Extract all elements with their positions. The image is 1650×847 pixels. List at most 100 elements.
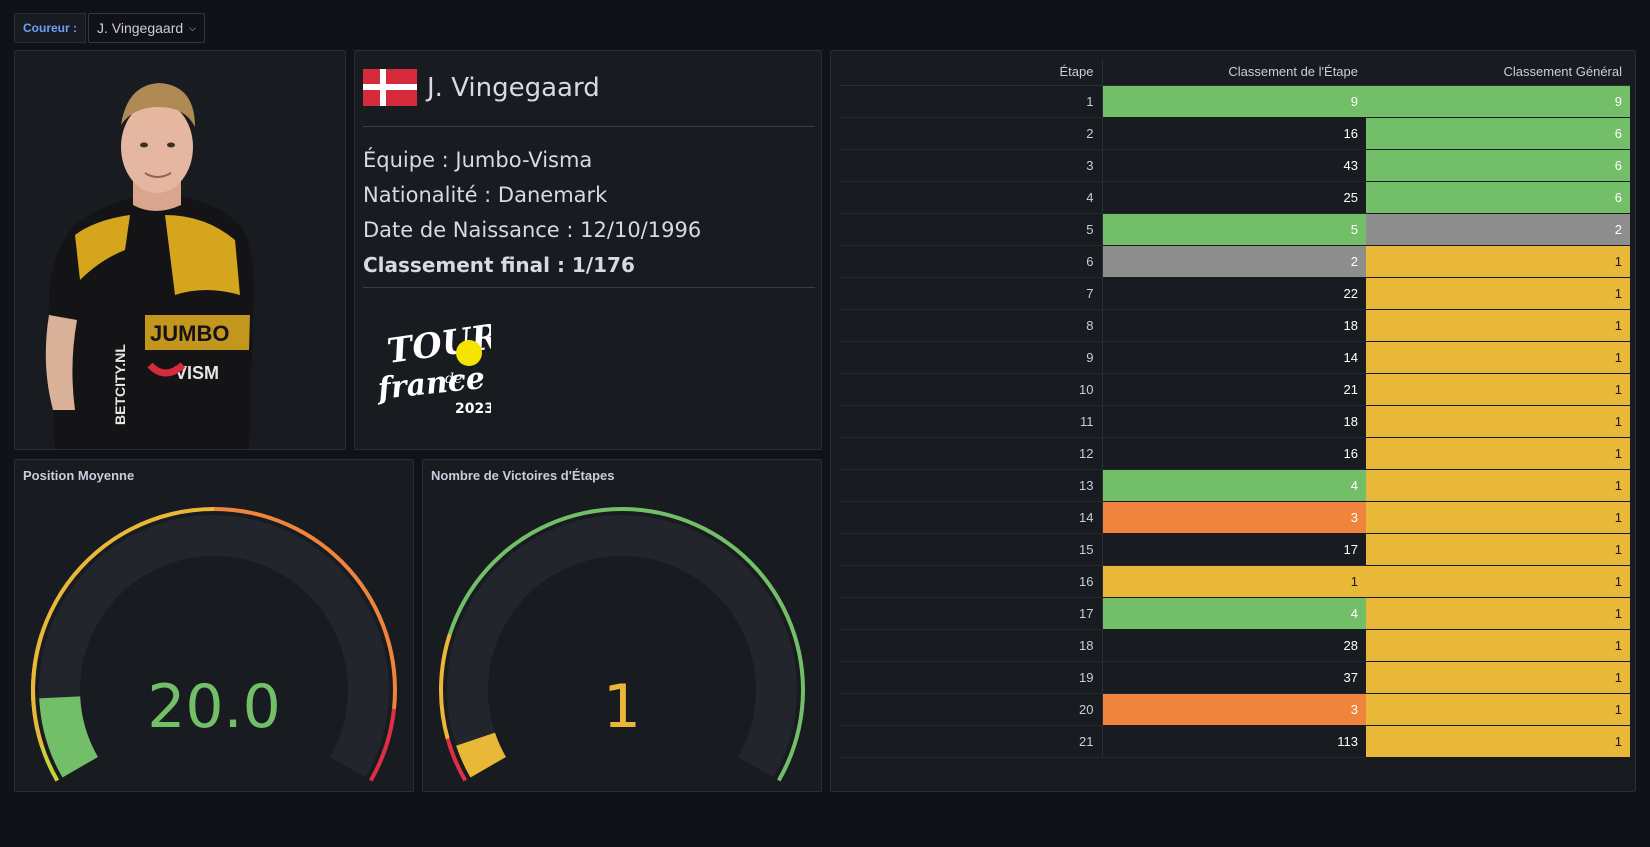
stage-cell: 1 [839,85,1102,118]
average-position-value: 20.0 [147,672,281,742]
stage-cell: 15 [839,533,1102,566]
rider-name: J. Vingegaard [427,72,600,103]
general-rank-cell: 6 [1366,117,1630,150]
stage-cell: 8 [839,309,1102,342]
table-row: 552 [839,213,1630,246]
table-row: 18 28 1 [839,629,1630,662]
general-rank-cell: 1 [1366,597,1630,630]
team-line: Équipe : Jumbo-Visma [363,148,593,172]
stage-wins-gauge-panel: Nombre de Victoires d'Étapes 1 [422,459,822,792]
general-rank-cell: 1 [1366,437,1630,470]
stage-rank-cell: 4 [1101,597,1366,630]
stage-rank-cell: 25 [1101,181,1366,214]
rider-variable-label: Coureur : [14,13,86,43]
table-row: 8 18 1 [839,309,1630,342]
stage-ranking-table: Étape Classement de l'Étape Classement G… [839,59,1630,758]
column-header-stage-rank[interactable]: Classement de l'Étape [1101,59,1366,86]
denmark-flag-icon [363,69,417,106]
table-row: 14 3 1 [839,501,1630,534]
stage-rank-cell: 17 [1101,533,1366,566]
general-rank-cell: 1 [1366,533,1630,566]
stage-rank-cell: 113 [1101,725,1366,758]
general-rank-cell: 1 [1366,245,1630,278]
nationality-line: Nationalité : Danemark [363,183,608,207]
stage-rank-cell: 18 [1101,405,1366,438]
table-row: 11 18 1 [839,405,1630,438]
table-row: 9 14 1 [839,341,1630,374]
table-row: 12 16 1 [839,437,1630,470]
stage-rank-cell: 22 [1101,277,1366,310]
svg-text:2023: 2023 [455,401,491,415]
divider [363,126,815,127]
stage-cell: 21 [839,725,1102,758]
rider-info-panel: J. Vingegaard Équipe : Jumbo-Visma Natio… [354,50,822,450]
stage-rank-cell: 43 [1101,149,1366,182]
stage-cell: 4 [839,181,1102,214]
table-row: 21 113 1 [839,725,1630,758]
general-rank-cell: 1 [1366,277,1630,310]
stage-cell: 17 [839,597,1102,630]
birth-date-line: Date de Naissance : 12/10/1996 [363,218,702,242]
stage-rank-cell: 16 [1101,117,1366,150]
stage-rank-cell: 28 [1101,629,1366,662]
general-rank-cell: 2 [1366,213,1630,246]
stage-rank-cell: 2 [1101,245,1366,278]
stage-rank-cell: 16 [1101,437,1366,470]
stage-cell: 7 [839,277,1102,310]
svg-text:BETCITY.NL: BETCITY.NL [112,344,128,425]
table-row: 2 16 6 [839,117,1630,150]
general-rank-cell: 1 [1366,373,1630,406]
table-row: 15 17 1 [839,533,1630,566]
stage-rank-cell: 3 [1101,693,1366,726]
general-rank-cell: 1 [1366,693,1630,726]
stage-wins-gauge [439,506,806,782]
stage-cell: 5 [839,213,1102,246]
general-rank-cell: 1 [1366,565,1630,598]
table-row: 3 43 6 [839,149,1630,182]
stage-cell: 16 [839,565,1102,598]
stage-rank-cell: 1 [1101,565,1366,598]
stage-cell: 9 [839,341,1102,374]
divider [363,287,815,288]
table-row: 20 3 1 [839,693,1630,726]
rider-variable-select[interactable]: J. Vingegaard ⌵ [88,13,205,43]
stage-cell: 10 [839,373,1102,406]
table-row: 16 1 1 [839,565,1630,598]
table-row: 4 25 6 [839,181,1630,214]
table-row: 10 21 1 [839,373,1630,406]
tour-de-france-logo: TOUR de france 2023 [375,317,491,415]
column-header-stage[interactable]: Étape [839,59,1102,86]
table-row: 19 37 1 [839,661,1630,694]
general-rank-cell: 6 [1366,181,1630,214]
table-row: 199 [839,85,1630,118]
panel-title: Nombre de Victoires d'Étapes [431,468,615,483]
stage-cell: 11 [839,405,1102,438]
stage-rank-cell: 4 [1101,469,1366,502]
general-rank-cell: 1 [1366,725,1630,758]
stage-cell: 12 [839,437,1102,470]
general-rank-cell: 1 [1366,661,1630,694]
final-rank-line: Classement final : 1/176 [363,253,635,277]
rider-details: Équipe : Jumbo-Visma Nationalité : Danem… [363,143,701,283]
column-header-general-rank[interactable]: Classement Général [1366,59,1630,86]
table-row: 621 [839,245,1630,278]
stage-ranking-table-panel: Étape Classement de l'Étape Classement G… [830,50,1636,792]
stage-cell: 18 [839,629,1102,662]
average-position-gauge [30,507,397,782]
table-row: 13 4 1 [839,469,1630,502]
stage-cell: 6 [839,245,1102,278]
table-row: 7 22 1 [839,277,1630,310]
chevron-down-icon: ⌵ [189,23,196,33]
stage-rank-cell: 14 [1101,341,1366,374]
stage-cell: 3 [839,149,1102,182]
general-rank-cell: 1 [1366,501,1630,534]
general-rank-cell: 1 [1366,469,1630,502]
rider-variable-value: J. Vingegaard [97,20,184,36]
general-rank-cell: 1 [1366,309,1630,342]
rider-header: J. Vingegaard [363,69,600,106]
svg-text:JUMBO: JUMBO [150,321,229,346]
average-position-gauge-panel: Position Moyenne 20.0 [14,459,414,792]
stage-cell: 14 [839,501,1102,534]
panel-title: Position Moyenne [23,468,135,483]
stage-cell: 20 [839,693,1102,726]
